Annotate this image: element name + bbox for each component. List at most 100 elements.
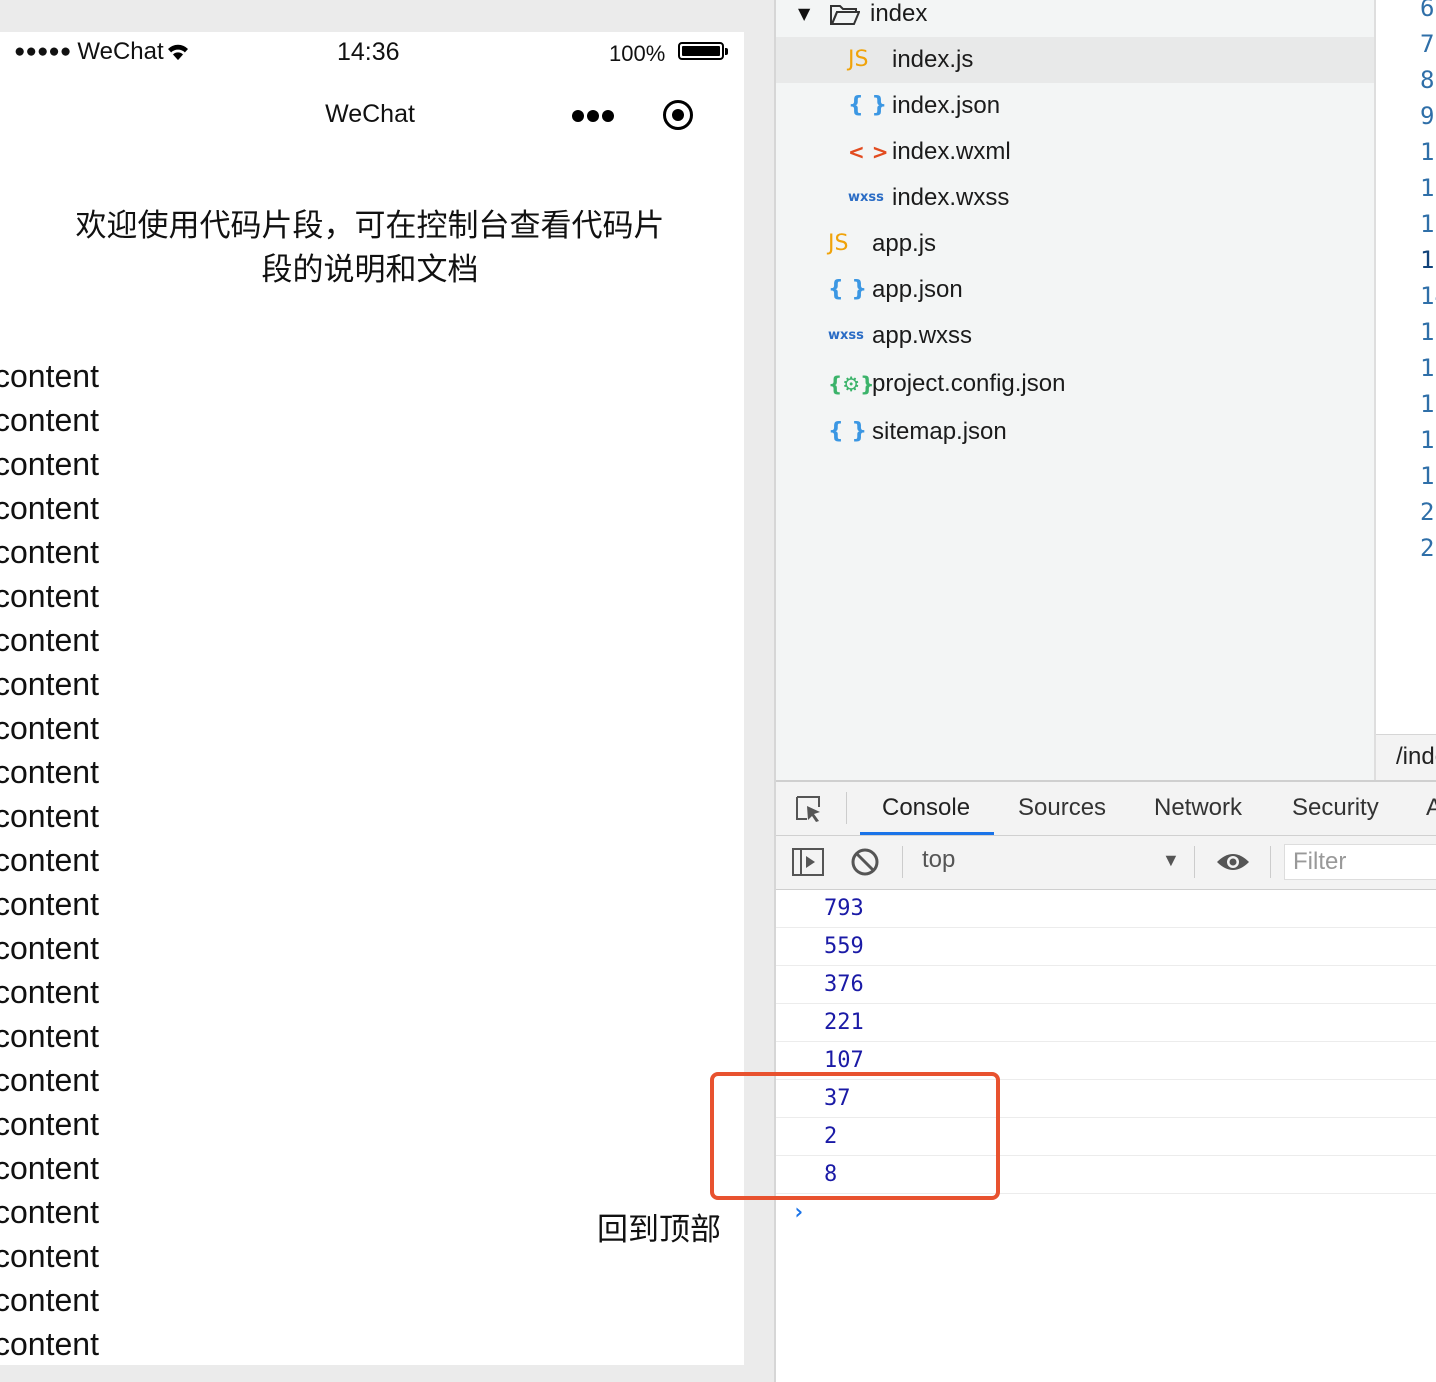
- line-number: 13: [1420, 246, 1436, 274]
- console-toolbar: top ▼: [776, 836, 1436, 890]
- folder-index[interactable]: ▼ index: [776, 0, 1374, 37]
- file-label: app.js: [872, 230, 937, 257]
- welcome-text: 欢迎使用代码片段，可在控制台查看代码片 段的说明和文档: [0, 204, 740, 292]
- line-number: 15: [1420, 318, 1436, 346]
- file-index-wxss[interactable]: wxss index.wxss: [776, 175, 1374, 221]
- devtools-tab-bar: Console Sources Network Security AppData: [776, 780, 1436, 836]
- dropdown-arrow-icon[interactable]: ▼: [1162, 850, 1180, 871]
- console-prompt[interactable]: ›: [792, 1200, 805, 1225]
- welcome-line-2: 段的说明和文档: [261, 252, 479, 288]
- console-log-line: 559: [776, 928, 1436, 966]
- file-tree: ▼ index JS index.js{ } index.json < > index.…: [776, 0, 1376, 780]
- console-output: 793 559 376 221 107 37 2 8: [776, 890, 1436, 1194]
- toolbar-divider: [902, 846, 903, 878]
- content-item: content: [0, 1238, 99, 1274]
- content-item: content: [0, 578, 99, 614]
- line-number: 16: [1420, 354, 1436, 382]
- tab-sources[interactable]: Sources: [1018, 794, 1106, 822]
- devtools-panel: ▼ index JS index.js{ } index.json < > index.…: [774, 0, 1436, 1382]
- content-item: content: [0, 1194, 99, 1230]
- line-number: 11: [1420, 174, 1436, 202]
- console-log-line: 37: [776, 1080, 1436, 1118]
- content-item: content: [0, 930, 99, 966]
- file-index-json[interactable]: { } index.json: [776, 83, 1374, 129]
- sidebar-toggle-icon[interactable]: [792, 848, 824, 876]
- toolbar-divider: [1194, 846, 1195, 878]
- content-item: content: [0, 1018, 99, 1054]
- content-item: content: [0, 358, 99, 394]
- content-item: content: [0, 754, 99, 790]
- filter-input[interactable]: [1285, 845, 1436, 879]
- line-number: 8: [1420, 66, 1435, 94]
- content-item: content: [0, 842, 99, 878]
- toolbar-divider: [1270, 846, 1271, 878]
- live-expression-eye-icon[interactable]: [1216, 850, 1250, 874]
- line-number: 17: [1420, 390, 1436, 418]
- file-index-wxml[interactable]: < > index.wxml: [776, 129, 1374, 175]
- editor-gutter: 3456789101112131415161718192021: [1376, 0, 1436, 734]
- tab-security[interactable]: Security: [1292, 794, 1379, 822]
- nav-title: WeChat: [325, 100, 415, 128]
- file-label: index.wxml: [892, 138, 1011, 165]
- cfg-file-icon: {⚙}: [828, 372, 875, 396]
- carrier-label: WeChat: [77, 38, 164, 65]
- file-app-wxss[interactable]: wxss app.wxss: [776, 313, 1374, 359]
- close-miniprogram-button[interactable]: [663, 100, 693, 130]
- file-index-js[interactable]: JS index.js: [776, 37, 1374, 83]
- file-label: app.wxss: [872, 322, 973, 349]
- wxss-file-icon: wxss: [828, 328, 864, 343]
- tab-appdata[interactable]: AppData: [1426, 794, 1436, 822]
- content-item: content: [0, 490, 99, 526]
- wxml-file-icon: < >: [848, 140, 889, 164]
- tab-console[interactable]: Console: [882, 794, 970, 822]
- console-log-line: 8: [776, 1156, 1436, 1194]
- navigation-bar: WeChat: [0, 92, 744, 142]
- welcome-line-1: 欢迎使用代码片段，可在控制台查看代码片: [75, 208, 665, 244]
- console-log-value: 559: [824, 934, 864, 959]
- line-number: 20: [1420, 498, 1436, 526]
- console-log-value: 8: [824, 1162, 838, 1187]
- console-log-value: 37: [824, 1086, 851, 1111]
- file-app-js[interactable]: JS app.js: [776, 221, 1374, 267]
- file-app-json[interactable]: { } app.json: [776, 267, 1374, 313]
- back-to-top-button[interactable]: 回到顶部: [597, 1204, 721, 1249]
- more-menu-button[interactable]: [570, 104, 618, 128]
- clear-console-icon[interactable]: [850, 847, 880, 877]
- content-item: content: [0, 1106, 99, 1142]
- folder-open-icon: [830, 5, 860, 25]
- line-number: 10: [1420, 138, 1436, 166]
- content-list: content content content content content conte…: [0, 354, 99, 1365]
- signal-strength-icon: ●●●●●: [14, 41, 72, 62]
- caret-down-icon: ▼: [798, 4, 811, 23]
- content-item: content: [0, 974, 99, 1010]
- file-project-config-json[interactable]: {⚙} project.config.json: [776, 361, 1374, 407]
- editor-status-bar: /index/index.js: [1376, 734, 1436, 781]
- console-log-line: 793: [776, 890, 1436, 928]
- js-file-icon: JS: [848, 47, 869, 72]
- content-item: content: [0, 446, 99, 482]
- content-item: content: [0, 402, 99, 438]
- content-item: content: [0, 1326, 99, 1362]
- inspect-element-icon[interactable]: [794, 794, 824, 824]
- console-log-line: 2: [776, 1118, 1436, 1156]
- tab-network[interactable]: Network: [1154, 794, 1242, 822]
- file-sitemap-json[interactable]: { } sitemap.json: [776, 409, 1374, 455]
- wxss-file-icon: wxss: [848, 190, 884, 205]
- console-log-line: 107: [776, 1042, 1436, 1080]
- line-number: 7: [1420, 30, 1435, 58]
- json-file-icon: { }: [828, 277, 867, 302]
- content-item: content: [0, 534, 99, 570]
- console-log-value: 107: [824, 1048, 864, 1073]
- file-label: index.json: [892, 92, 1001, 119]
- file-label: app.json: [872, 276, 963, 303]
- js-file-icon: JS: [828, 231, 849, 256]
- content-item: content: [0, 1282, 99, 1318]
- console-log-value: 793: [824, 896, 864, 921]
- line-number: 18: [1420, 426, 1436, 454]
- context-select[interactable]: top: [922, 846, 955, 874]
- console-log-value: 2: [824, 1124, 838, 1149]
- line-number: 19: [1420, 462, 1436, 490]
- console-filter: [1284, 844, 1436, 880]
- folder-label: index: [870, 0, 928, 27]
- json-file-icon: { }: [828, 419, 867, 444]
